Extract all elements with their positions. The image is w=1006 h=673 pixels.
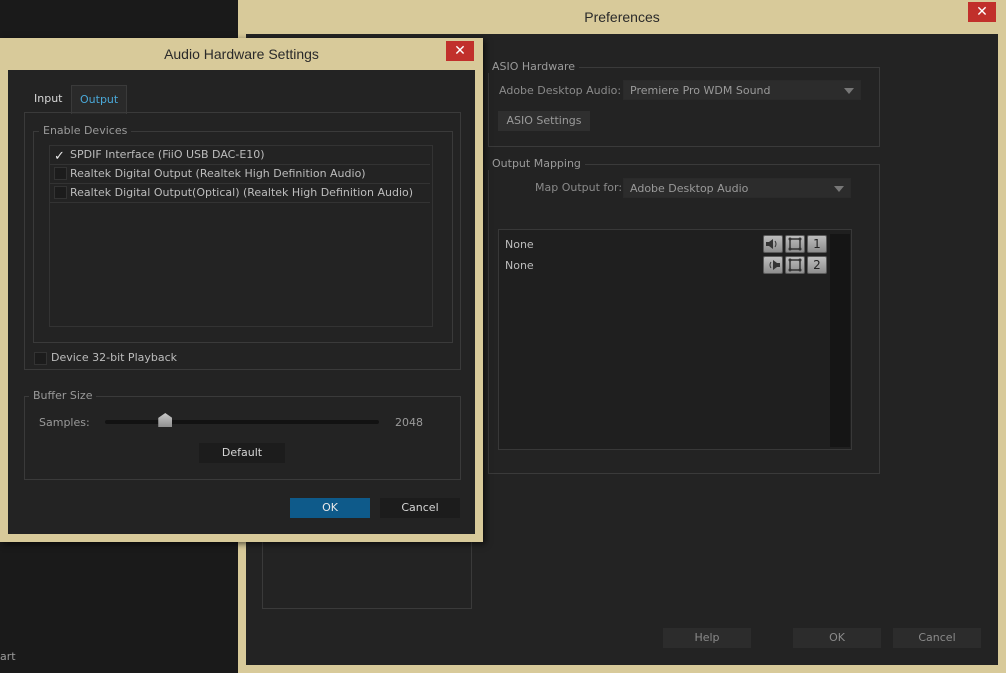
buffer-size-group	[24, 396, 461, 480]
list-item[interactable]: ✓ SPDIF Interface (FiiO USB DAC-E10)	[50, 146, 430, 165]
buffer-size-label: Buffer Size	[29, 389, 97, 402]
map-output-for-label: Map Output for:	[535, 181, 623, 194]
samples-value: 2048	[395, 416, 423, 429]
dropdown-value: Premiere Pro WDM Sound	[630, 84, 771, 97]
audio-hardware-settings-window: Audio Hardware Settings ✕ Input Output E…	[0, 38, 483, 542]
tab-input[interactable]: Input	[26, 85, 70, 113]
playback-32bit-label: Device 32-bit Playback	[51, 351, 178, 364]
channel-1-button[interactable]: 1	[807, 235, 827, 253]
output-mapping-label: Output Mapping	[488, 157, 585, 170]
enable-devices-label: Enable Devices	[39, 124, 132, 137]
samples-label: Samples:	[39, 416, 90, 429]
close-icon: ✕	[454, 43, 466, 59]
chevron-down-icon	[834, 186, 844, 192]
tab-output[interactable]: Output	[71, 85, 128, 114]
asio-settings-button[interactable]: ASIO Settings	[498, 111, 590, 131]
buffer-size-slider[interactable]	[105, 420, 379, 424]
dropdown-value: Adobe Desktop Audio	[630, 182, 749, 195]
frame-icon[interactable]	[785, 256, 805, 274]
list-scrollbar[interactable]	[830, 234, 850, 447]
map-output-dropdown[interactable]: Adobe Desktop Audio	[623, 178, 851, 198]
output-mapping-list: None 1 None 2	[498, 229, 852, 450]
device-label: Realtek Digital Output (Realtek High Def…	[70, 167, 366, 180]
frame-icon[interactable]	[785, 235, 805, 253]
device-checkbox[interactable]	[54, 186, 67, 199]
audio-hardware-body: Input Output Enable Devices ✓ SPDIF Inte…	[8, 70, 475, 534]
device-checkbox[interactable]: ✓	[54, 148, 67, 164]
close-button[interactable]: ✕	[968, 2, 996, 22]
adobe-desktop-audio-dropdown[interactable]: Premiere Pro WDM Sound	[623, 80, 861, 100]
channel-2-button[interactable]: 2	[807, 256, 827, 274]
device-checkbox[interactable]	[54, 167, 67, 180]
device-label: SPDIF Interface (FiiO USB DAC-E10)	[70, 148, 265, 161]
output-tab-panel: Enable Devices ✓ SPDIF Interface (FiiO U…	[24, 112, 461, 370]
list-item[interactable]: Realtek Digital Output (Realtek High Def…	[50, 165, 430, 184]
playback-32bit-checkbox[interactable]	[34, 352, 47, 365]
speaker-right-icon[interactable]	[763, 256, 783, 274]
ok-button[interactable]: OK	[793, 628, 881, 648]
mapping-row-label: None	[505, 259, 534, 272]
window-title: Audio Hardware Settings	[164, 46, 319, 62]
speaker-left-icon[interactable]	[763, 235, 783, 253]
chevron-down-icon	[844, 88, 854, 94]
mapping-row-label: None	[505, 238, 534, 251]
close-icon: ✕	[976, 4, 988, 20]
device-label: Realtek Digital Output(Optical) (Realtek…	[70, 186, 414, 199]
check-icon: ✓	[54, 149, 65, 164]
asio-hardware-label: ASIO Hardware	[488, 60, 580, 73]
default-button[interactable]: Default	[199, 443, 285, 463]
help-button[interactable]: Help	[663, 628, 751, 648]
ok-button[interactable]: OK	[290, 498, 370, 518]
list-item[interactable]: Realtek Digital Output(Optical) (Realtek…	[50, 184, 430, 203]
cancel-button[interactable]: Cancel	[893, 628, 981, 648]
adobe-desktop-audio-label: Adobe Desktop Audio:	[499, 84, 622, 97]
asio-hardware-group	[488, 67, 880, 147]
cancel-button[interactable]: Cancel	[380, 498, 460, 518]
window-title: Preferences	[584, 9, 660, 25]
device-list: ✓ SPDIF Interface (FiiO USB DAC-E10) Rea…	[49, 145, 433, 327]
close-button[interactable]: ✕	[446, 41, 474, 61]
background-text: art	[0, 650, 16, 663]
